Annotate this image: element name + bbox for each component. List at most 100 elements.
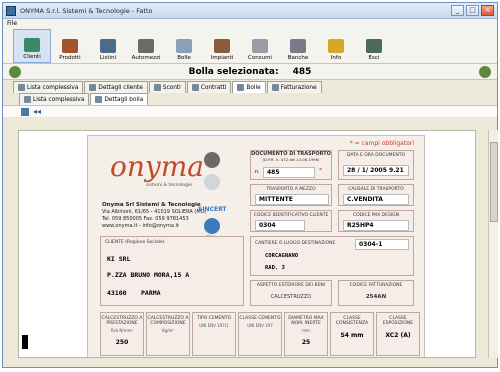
spec-column: CLASSE ESPOSIZIONE XC2 (A) <box>376 312 420 356</box>
tab-icon <box>24 96 31 103</box>
toolbar-button-bolle[interactable]: Bolle <box>165 29 203 63</box>
globe-icon <box>9 66 21 78</box>
clients-icon <box>24 38 40 52</box>
tab-icon <box>153 84 161 91</box>
tab-fatturazione[interactable]: Fatturazione <box>266 81 322 93</box>
tab-label: Contratti <box>200 84 227 91</box>
toolbar-button-info[interactable]: Info <box>317 29 355 63</box>
spec-label: CLASSE CONSISTENZA <box>335 316 369 326</box>
cliente-cap: 43100 <box>107 289 127 297</box>
toolbar-button-esci[interactable]: Esci <box>355 29 393 63</box>
banks-icon <box>290 39 306 53</box>
subtab-dettagli-bolla[interactable]: Dettagli bolla <box>90 93 149 105</box>
cliente-city: PARMA <box>141 289 161 297</box>
tab-label: Fatturazione <box>280 84 317 91</box>
codice-cliente-box: CODICE IDENTIFICATIVO CLIENTE 0304 <box>250 210 332 232</box>
tab-dettagli-cliente[interactable]: Dettagli cliente <box>84 81 148 93</box>
trasporto-box: DOCUMENTO DI TRASPORTO (D.P.R. n. 472 de… <box>250 150 332 180</box>
spec-label: CALCESTRUZZO A COMPOSIZIONE <box>147 316 189 326</box>
fatturazione-value: 254AN <box>365 294 387 300</box>
spec-label: CALCESTRUZZO A PRESTAZIONE <box>101 316 143 326</box>
toolbar-label: Impianti <box>210 55 234 61</box>
toolbar-button-impianti[interactable]: Impianti <box>203 29 241 63</box>
close-button[interactable]: × <box>481 5 494 16</box>
scrollbar-thumb[interactable] <box>490 142 498 222</box>
main-toolbar: Clienti Prodotti Listini Automezzi Bolle Impi… <box>3 28 497 64</box>
delivery-note-form: * = campi obbligatori onyma sistemi & te… <box>87 135 425 357</box>
spec-value: S4 mm <box>340 332 364 339</box>
toolbar-label: Listini <box>99 55 117 61</box>
toolbar-button-consumi[interactable]: Consumi <box>241 29 279 63</box>
tab-contratti[interactable]: Contratti <box>186 81 232 93</box>
aspetto-value: CALCESTRUZZO <box>270 294 312 300</box>
toolbar-label: Prodotti <box>59 55 81 61</box>
codice-mix-field[interactable]: R25HP4 <box>343 220 409 231</box>
toolbar-button-prodotti[interactable]: Prodotti <box>51 29 89 63</box>
toolbar-label: Consumi <box>248 55 272 61</box>
codice-mix-box: CODICE MIX DESIGN R25HP4 <box>338 210 414 232</box>
minimize-button[interactable]: _ <box>451 5 464 16</box>
edit-icon[interactable] <box>21 107 29 116</box>
tab-label: Lista complessiva <box>27 84 79 91</box>
tab-sconti[interactable]: Sconti <box>148 81 186 93</box>
selected-note-caption: Bolla selezionata: <box>188 66 279 77</box>
tab-label: Bolle <box>246 84 261 91</box>
aspetto-box: ASPETTO ESTERIORE DEI BENI CALCESTRUZZO <box>250 280 332 306</box>
toolbar-label: Automezzi <box>131 55 161 61</box>
toolbar-button-listini[interactable]: Listini <box>89 29 127 63</box>
causale-box: CAUSALE DI TRASPORTO C.VENDITA <box>338 184 414 206</box>
window-title: ONYMA S.r.l. Sistemi & Tecnologie - Fatt… <box>20 6 153 15</box>
title-bar: ONYMA S.r.l. Sistemi & Tecnologie - Fatt… <box>3 3 497 19</box>
fatturazione-box: CODICE FATTURAZIONE 254AN <box>338 280 414 306</box>
consumption-icon <box>252 39 268 53</box>
app-icon <box>6 5 16 16</box>
tab-icon <box>18 84 25 91</box>
tab-icon <box>271 84 279 91</box>
cantiere-select[interactable]: 0304-1 <box>355 239 409 250</box>
spec-column: CLASSE CEMENTO UNI ENV 197 <box>238 312 282 356</box>
selected-note-header: Bolla selezionata: 485 <box>3 64 497 80</box>
spec-unit: Rck N/mm² <box>110 328 134 333</box>
toolbar-button-banche[interactable]: Banche <box>279 29 317 63</box>
onyma-logo: onyma sistemi & tecnologie <box>110 150 204 188</box>
note-number-field[interactable]: 485 <box>263 167 315 178</box>
toolbar-button-clienti[interactable]: Clienti <box>13 29 51 63</box>
cliente-address: P.ZZA BRUNO MORA,15 A <box>107 271 190 279</box>
tab-bolle[interactable]: Bolle <box>232 81 266 93</box>
maximize-button[interactable]: □ <box>466 5 479 16</box>
tab-lista-complessiva[interactable]: Lista complessiva <box>13 81 84 93</box>
spec-label: DIAMETRO MAX NOM. INERTE <box>288 316 324 326</box>
trasporto-mezzo-field[interactable]: MITTENTE <box>255 194 329 205</box>
menu-file[interactable]: File <box>7 20 17 27</box>
quality-icon <box>204 174 220 190</box>
toolbar-button-automezzi[interactable]: Automezzi <box>127 29 165 63</box>
back-arrow-icon[interactable]: ◂◂ <box>33 107 41 116</box>
document-canvas: * = campi obbligatori onyma sistemi & te… <box>18 130 476 358</box>
plants-icon <box>214 39 230 53</box>
vertical-scrollbar[interactable] <box>488 130 498 358</box>
required-note: * = campi obbligatori <box>349 140 414 147</box>
tab-icon <box>191 84 199 91</box>
date-field[interactable]: 28 / 1/ 2005 9.21 <box>343 165 409 176</box>
toolbar-label: Bolle <box>177 55 191 61</box>
spec-column: CALCESTRUZZO A COMPOSIZIONE Kg/m³ <box>146 312 190 356</box>
company-address: Onyma Srl Sistemi & Tecnologie Via Albin… <box>102 202 207 229</box>
spec-unit: UNI ENV 197 <box>247 323 273 328</box>
spec-unit: mm <box>302 328 310 333</box>
tab-icon <box>89 84 97 91</box>
tab-icon <box>237 84 245 91</box>
spec-label: TIPO CEMENTO <box>196 316 232 321</box>
subtab-lista-complessiva[interactable]: Lista complessiva <box>19 93 90 105</box>
spec-column: DIAMETRO MAX NOM. INERTE mm 25 <box>284 312 328 356</box>
menu-bar: File <box>3 19 497 28</box>
causale-field[interactable]: C.VENDITA <box>343 194 409 205</box>
globe-icon <box>479 66 491 78</box>
spec-value: 25 <box>301 339 311 346</box>
delivery-notes-icon <box>176 39 192 53</box>
price-lists-icon <box>100 39 116 53</box>
codice-cliente-select[interactable]: 0304 <box>255 220 305 231</box>
document-toolbar: ◂◂ <box>3 105 497 117</box>
spec-column: CALCESTRUZZO A PRESTAZIONE Rck N/mm² 250 <box>100 312 144 356</box>
tab-icon <box>95 96 103 103</box>
selected-note-number: 485 <box>292 66 312 77</box>
